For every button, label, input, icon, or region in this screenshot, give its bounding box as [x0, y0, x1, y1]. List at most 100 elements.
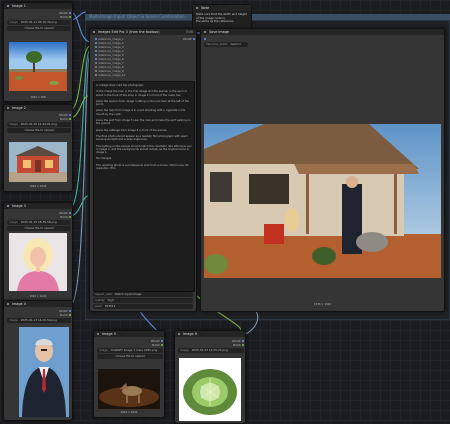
socket-icon[interactable] [68, 309, 71, 313]
prompt-paragraph: place the wolf from image 5 near the man… [96, 119, 191, 126]
socket-icon[interactable] [160, 343, 163, 347]
socket-icon[interactable] [95, 41, 98, 45]
image-select[interactable]: image 2025-01-11 03-10-39.png [7, 20, 71, 25]
upload-button[interactable]: choose file to upload [7, 226, 71, 231]
load-image-node-3[interactable]: Image 3 IMAGE MASK image 2025-01-15 18-36… [3, 202, 73, 302]
output-mask[interactable]: MASK [60, 15, 71, 19]
output-image[interactable]: IMAGE [183, 37, 195, 41]
preview-image-4 [19, 327, 69, 417]
prompt-paragraph: The resulting photo is a professional sh… [96, 163, 189, 171]
preview-image-1 [9, 42, 67, 91]
prompt-paragraph: The lighting on the people should match … [96, 144, 192, 155]
collapse-dot-icon[interactable] [7, 106, 10, 110]
socket-icon[interactable] [204, 37, 207, 41]
socket-icon[interactable] [68, 211, 71, 215]
save-image-node[interactable]: Save Image filename_prefix Gemini 1536 × … [200, 28, 445, 312]
node-title: Images Edit Pro 3 (from the toolbox) [98, 30, 160, 34]
collapse-dot-icon[interactable] [93, 30, 96, 34]
node-title: Image 3 [12, 204, 26, 208]
note-body[interactable]: Make sure that the width and height of t… [196, 12, 248, 24]
socket-icon[interactable] [68, 215, 71, 219]
filename-prefix-input[interactable]: filename_prefix Gemini [204, 42, 248, 47]
image-size-caption: 1024 × 1024 [29, 185, 47, 188]
note-title: Note [201, 6, 210, 10]
socket-icon[interactable] [241, 339, 244, 343]
upload-button[interactable]: choose file to upload [97, 354, 163, 359]
aspect-ratio-select[interactable]: aspect_ratio Match input image [93, 292, 193, 297]
node-title: Save Image [209, 30, 230, 34]
image-select[interactable]: image 2025-01-23 14-55-23.png [178, 348, 244, 353]
socket-icon[interactable] [68, 117, 71, 121]
socket-icon[interactable] [95, 57, 98, 61]
node-title-bar[interactable]: Image 5 [94, 331, 164, 337]
node-badge: Edit [186, 30, 193, 34]
output-mask[interactable]: MASK [60, 313, 71, 317]
image-size-caption: 1024 × 1024 [29, 295, 47, 298]
socket-icon[interactable] [68, 313, 71, 317]
collapse-dot-icon[interactable] [204, 30, 207, 34]
load-image-node-6[interactable]: Image 6 IMAGE MASK image 2025-01-23 14-55… [174, 330, 246, 424]
input-images[interactable] [203, 37, 207, 41]
socket-icon[interactable] [241, 343, 244, 347]
node-title-bar[interactable]: Image 4 [4, 301, 72, 307]
node-title-bar[interactable]: Save Image [201, 29, 444, 35]
gemini-edit-node[interactable]: Images Edit Pro 3 (from the toolbox) Edi… [89, 28, 197, 312]
quality-select[interactable]: quality high [93, 298, 193, 303]
node-title: Image 2 [12, 106, 26, 110]
socket-icon[interactable] [68, 113, 71, 117]
upload-button[interactable]: choose file to upload [7, 26, 71, 31]
node-title-bar[interactable]: Image 6 [175, 331, 245, 337]
output-mask[interactable]: MASK [152, 343, 163, 347]
node-title-bar[interactable]: Images Edit Pro 3 (from the toolbox) Edi… [90, 29, 196, 35]
node-title: Image 6 [183, 332, 197, 336]
note-title-bar[interactable]: Note [193, 5, 251, 11]
prompt-paragraph: place the woman from image 3 sitting on … [96, 99, 189, 107]
socket-icon[interactable] [95, 61, 98, 65]
socket-icon[interactable] [95, 73, 98, 77]
image-select[interactable]: image 2025-01-13 14-20-59.png [7, 318, 71, 323]
load-image-node-4[interactable]: Image 4 IMAGE MASK image 2025-01-13 14-20… [3, 300, 73, 421]
upload-button[interactable]: choose file to upload [7, 128, 71, 133]
node-title: Image 1 [12, 4, 26, 8]
collapse-dot-icon[interactable] [196, 6, 199, 10]
collapse-dot-icon[interactable] [7, 204, 10, 208]
socket-icon[interactable] [160, 339, 163, 343]
node-title-bar[interactable]: Image 1 [4, 3, 72, 9]
socket-icon[interactable] [95, 69, 98, 73]
output-mask[interactable]: MASK [60, 215, 71, 219]
collapse-dot-icon[interactable] [7, 4, 10, 8]
prompt-paragraph: place the cabbage from image 6 in front … [96, 128, 168, 132]
seed-input[interactable]: seed 453512 [93, 304, 193, 309]
image-select[interactable]: image 2025-01-15 12-44-01.png [7, 122, 71, 127]
load-image-node-5[interactable]: Image 5 IMAGE MASK image ChatGPT Image 7 … [93, 330, 165, 418]
socket-icon[interactable] [95, 45, 98, 49]
prompt-paragraph: A vintage style road trip photograph. [96, 84, 145, 87]
socket-icon[interactable] [95, 49, 98, 53]
socket-icon[interactable] [95, 53, 98, 57]
image-select[interactable]: image 2025-01-15 18-36-58.png [7, 220, 71, 225]
socket-icon[interactable] [68, 15, 71, 19]
socket-icon[interactable] [192, 37, 195, 41]
collapse-dot-icon[interactable] [178, 332, 181, 336]
node-title-bar[interactable]: Image 3 [4, 203, 72, 209]
input-socket-row[interactable]: reference_image_10 [94, 73, 125, 77]
output-mask[interactable]: MASK [60, 117, 71, 121]
node-title: Image 5 [102, 332, 116, 336]
socket-icon[interactable] [95, 37, 98, 41]
image-size-caption: 1536 × 1024 [313, 303, 332, 306]
load-image-node-2[interactable]: Image 2 IMAGE MASK image 2025-01-15 12-44… [3, 104, 73, 192]
node-title-bar[interactable]: Image 2 [4, 105, 72, 111]
load-image-node-1[interactable]: Image 1 IMAGE MASK image 2025-01-11 03-10… [3, 2, 73, 102]
image-size-caption: 1024 × 1024 [120, 411, 138, 414]
image-select[interactable]: image ChatGPT Image 7 mars 2025.png [97, 348, 163, 353]
prompt-paragraph: In the image the man in the first image … [96, 90, 187, 97]
wire-image1 [69, 11, 91, 43]
socket-icon[interactable] [68, 11, 71, 15]
socket-icon[interactable] [95, 65, 98, 69]
wire-image4 [69, 53, 91, 307]
collapse-dot-icon[interactable] [7, 302, 10, 306]
preview-image-3 [9, 233, 67, 291]
collapse-dot-icon[interactable] [97, 332, 100, 336]
output-mask[interactable]: MASK [233, 343, 244, 347]
prompt-textarea[interactable]: A vintage style road trip photograph. In… [93, 81, 195, 292]
